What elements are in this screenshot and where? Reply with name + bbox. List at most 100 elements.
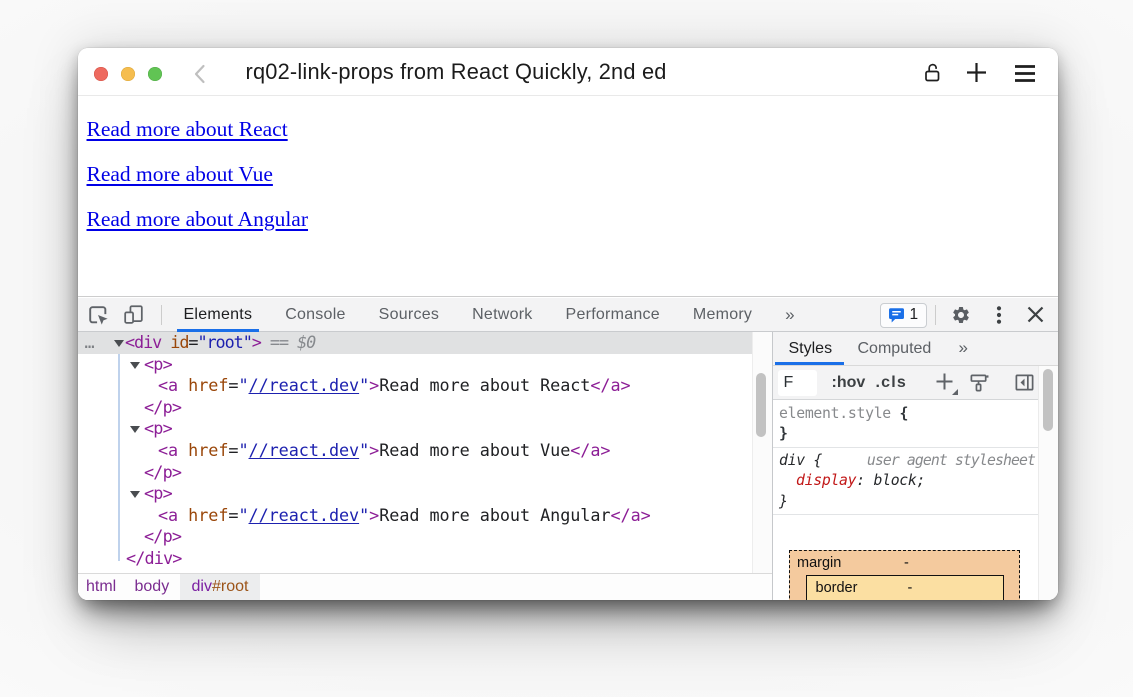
- toggle-hover-state-button[interactable]: :hov: [832, 366, 866, 400]
- code-token-tag: </a>: [610, 505, 650, 525]
- toolbar-divider: [935, 305, 936, 325]
- minimize-window-button[interactable]: [121, 67, 135, 81]
- tree-indent-guide: [118, 354, 120, 561]
- tree-row[interactable]: <a href="//react.dev">Read more about An…: [78, 505, 753, 527]
- rule-element-style[interactable]: element.style { }: [773, 401, 1039, 448]
- code-token-txt: Read more about React: [379, 375, 590, 395]
- selected-tab-underline: [775, 362, 844, 365]
- tree-node-code: <p>: [144, 418, 172, 440]
- rendering-emulation-icon[interactable]: [969, 372, 990, 393]
- code-token-val: ": [359, 440, 369, 460]
- expand-arrow-icon[interactable]: [114, 340, 124, 347]
- devtools-tab-memory[interactable]: Memory: [693, 298, 752, 332]
- code-token-val: ": [238, 375, 248, 395]
- box-model-margin-top-value[interactable]: -: [904, 555, 909, 571]
- desktop-background: rq02-link-props from React Quickly, 2nd …: [0, 0, 1133, 697]
- devtools-tabs: Elements Console Sources Network Performance…: [184, 298, 795, 332]
- issues-button[interactable]: 1: [880, 303, 927, 328]
- styles-scrollbar-track[interactable]: [1038, 366, 1058, 600]
- settings-gear-icon[interactable]: [950, 304, 972, 326]
- code-token-attr: href: [188, 440, 228, 460]
- breadcrumb-div-root[interactable]: div#root: [180, 574, 260, 600]
- toggle-class-button[interactable]: .cls: [876, 366, 908, 400]
- tree-row[interactable]: <a href="//react.dev">Read more about Re…: [78, 375, 753, 397]
- code-token-txt: Read more about Angular: [379, 505, 610, 525]
- code-token-tag: >: [369, 375, 379, 395]
- devtools-tab-sources[interactable]: Sources: [379, 298, 439, 332]
- code-token-val: ": [359, 505, 369, 525]
- more-options-kebab-icon[interactable]: [988, 304, 1010, 326]
- code-token-eq: =: [228, 440, 238, 460]
- css-property-name[interactable]: display: [796, 472, 856, 489]
- style-rules: element.style { } div {user agent styles…: [773, 401, 1039, 516]
- zoom-window-button[interactable]: [148, 67, 162, 81]
- devtools-tab-performance[interactable]: Performance: [566, 298, 660, 332]
- tree-row[interactable]: </p>: [78, 397, 753, 419]
- styles-sidebar: Styles Computed » F :hov .cls: [773, 332, 1058, 601]
- link-angular[interactable]: Read more about Angular: [87, 207, 309, 232]
- more-sidebar-tabs-icon[interactable]: »: [959, 332, 968, 366]
- code-token-tag: <a: [158, 375, 188, 395]
- back-icon[interactable]: [193, 64, 206, 84]
- device-toolbar-icon[interactable]: [123, 304, 145, 326]
- tree-row[interactable]: <p>: [78, 418, 753, 440]
- new-tab-icon[interactable]: [966, 62, 987, 83]
- expand-arrow-icon[interactable]: [130, 426, 140, 433]
- tree-node-code: <a href="//react.dev">Read more about Vu…: [158, 440, 610, 462]
- devtools-tab-network[interactable]: Network: [472, 298, 532, 332]
- link-react[interactable]: Read more about React: [87, 117, 288, 142]
- code-token-tag: <p>: [144, 418, 172, 438]
- tree-row[interactable]: … <div id="root"> == $0: [78, 332, 753, 354]
- box-model-border-top-value[interactable]: -: [908, 580, 913, 596]
- rule-selector: element.style: [779, 405, 891, 422]
- computed-sidebar-toggle-icon[interactable]: [1014, 372, 1035, 393]
- css-property-value[interactable]: : block;: [856, 472, 925, 489]
- styles-scrollbar-thumb[interactable]: [1043, 369, 1053, 431]
- breadcrumb-tag: div: [192, 578, 212, 595]
- tree-row[interactable]: </div>: [78, 548, 753, 570]
- code-token-eq: =: [228, 375, 238, 395]
- close-window-button[interactable]: [94, 67, 108, 81]
- tab-computed[interactable]: Computed: [858, 332, 932, 366]
- devtools-tab-console[interactable]: Console: [285, 298, 345, 332]
- elements-scrollbar-thumb[interactable]: [756, 373, 766, 437]
- devtools-main: …<div id="root"> == $0<p><a href="//reac…: [78, 332, 1058, 601]
- breadcrumb-body[interactable]: body: [135, 574, 170, 600]
- box-model-border[interactable]: border -: [806, 575, 1004, 600]
- code-token-tag: >: [252, 332, 261, 352]
- box-model-margin[interactable]: margin - border -: [789, 550, 1020, 600]
- tree-row[interactable]: <a href="//react.dev">Read more about Vu…: [78, 440, 753, 462]
- breadcrumb: html body div#root: [78, 573, 772, 600]
- inspect-element-icon[interactable]: [87, 304, 109, 326]
- more-tabs-icon[interactable]: »: [785, 305, 794, 325]
- styles-toolbar: F :hov .cls: [773, 366, 1058, 401]
- code-token-tag: </div>: [126, 548, 182, 568]
- expand-arrow-icon[interactable]: [130, 491, 140, 498]
- tree-node-code: <div id="root"> == $0: [125, 332, 315, 354]
- rule-div[interactable]: div {user agent stylesheet display: bloc…: [773, 448, 1039, 516]
- menu-icon[interactable]: [1015, 65, 1035, 82]
- tab-styles[interactable]: Styles: [789, 332, 833, 366]
- lock-open-icon[interactable]: [921, 62, 943, 84]
- expand-arrow-icon[interactable]: [130, 362, 140, 369]
- open-brace: {: [900, 405, 909, 422]
- breadcrumb-html[interactable]: html: [86, 574, 116, 600]
- tree-row[interactable]: </p>: [78, 526, 753, 548]
- code-token-tag: </a>: [590, 375, 630, 395]
- code-token-tag: <a: [158, 440, 188, 460]
- tree-row[interactable]: <p>: [78, 483, 753, 505]
- tree-row[interactable]: <p>: [78, 354, 753, 376]
- tree-row[interactable]: </p>: [78, 462, 753, 484]
- styles-filter-input[interactable]: F: [778, 370, 818, 396]
- code-token-txt: [161, 332, 170, 352]
- close-devtools-icon[interactable]: [1025, 304, 1047, 326]
- devtools-tab-elements[interactable]: Elements: [184, 298, 253, 332]
- elements-scrollbar-track[interactable]: [752, 332, 772, 574]
- code-token-link: //react.dev: [249, 375, 360, 395]
- link-vue[interactable]: Read more about Vue: [87, 162, 273, 187]
- devtools-panel: Elements Console Sources Network Performance…: [78, 296, 1058, 601]
- browser-window: rq02-link-props from React Quickly, 2nd …: [78, 48, 1058, 600]
- more-actions-ellipsis[interactable]: …: [85, 332, 95, 354]
- code-token-tag: </a>: [570, 440, 610, 460]
- code-token-val: ": [238, 505, 248, 525]
